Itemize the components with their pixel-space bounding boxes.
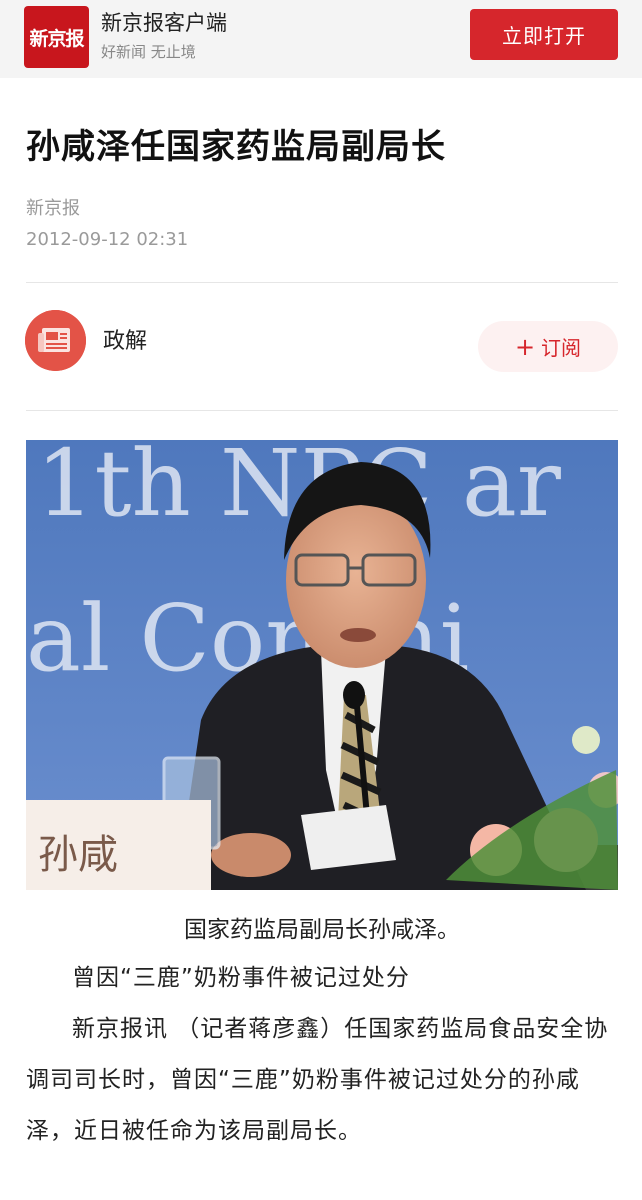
newspaper-icon: [25, 310, 86, 371]
channel-avatar[interactable]: [25, 310, 86, 371]
article-source: 新京报: [26, 198, 80, 219]
subscribe-button[interactable]: + 订阅: [478, 321, 618, 372]
app-logo[interactable]: 新京报: [24, 6, 89, 68]
article-photo-image: 1th NPC ar al Commi 孙咸: [26, 440, 618, 890]
photo-caption: 国家药监局副局长孙咸泽。: [184, 917, 460, 943]
body-paragraph: 新京报讯 （记者蒋彦鑫）任国家药监局食品安全协调司司长时，曾因“三鹿”奶粉事件被…: [26, 1016, 609, 1144]
article-datetime: 2012-09-12 02:31: [26, 229, 189, 250]
article-title: 孙咸泽任国家药监局副局长: [26, 127, 446, 167]
app-logo-text: 新京报: [29, 27, 84, 50]
plus-icon: +: [514, 332, 536, 361]
nameplate-text: 孙咸: [38, 832, 118, 878]
article-photo[interactable]: 1th NPC ar al Commi 孙咸: [26, 440, 618, 890]
body-paragraph: 曾因“三鹿”奶粉事件被记过处分: [72, 965, 410, 991]
open-app-button[interactable]: 立即打开: [470, 9, 618, 60]
divider: [26, 282, 618, 283]
app-name: 新京报客户端: [101, 11, 227, 35]
app-download-banner[interactable]: 新京报 新京报客户端 好新闻 无止境 立即打开: [0, 0, 642, 78]
divider: [26, 410, 618, 411]
channel-name[interactable]: 政解: [103, 323, 147, 355]
subscribe-label: 订阅: [541, 336, 582, 360]
app-slogan: 好新闻 无止境: [101, 43, 196, 61]
